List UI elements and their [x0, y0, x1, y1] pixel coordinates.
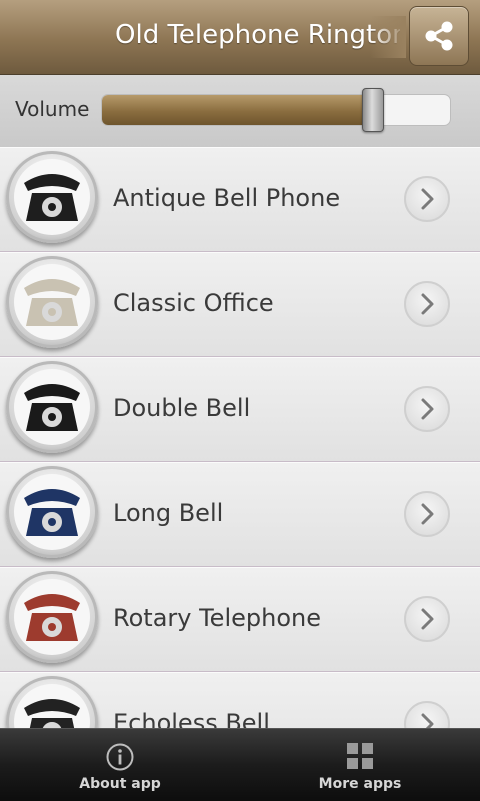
play-chevron-button[interactable]: [404, 176, 450, 222]
play-chevron-button[interactable]: [404, 596, 450, 642]
play-chevron-button[interactable]: [404, 386, 450, 432]
phone-thumbnail: [6, 256, 98, 348]
about-app-label: About app: [79, 776, 161, 792]
phone-thumbnail: [6, 466, 98, 558]
chevron-right-icon: [421, 398, 434, 420]
red-rotary-phone-icon: [24, 594, 80, 641]
bottom-bar: About app More apps: [0, 728, 480, 801]
ringtone-item[interactable]: Rotary Telephone: [0, 567, 480, 672]
beige-office-phone-icon: [24, 279, 80, 326]
blue-rotary-phone-icon: [24, 489, 80, 536]
volume-slider[interactable]: [101, 94, 451, 126]
volume-slider-fill: [102, 95, 373, 125]
ringtone-label: Antique Bell Phone: [113, 184, 341, 212]
play-chevron-button[interactable]: [404, 281, 450, 327]
ringtone-item[interactable]: Double Bell: [0, 357, 480, 462]
more-apps-label: More apps: [318, 776, 402, 792]
ringtone-list: Antique Bell Phone Classic Office Double B…: [0, 147, 480, 728]
play-chevron-button[interactable]: [404, 701, 450, 728]
share-button[interactable]: [409, 6, 469, 66]
app-title: Old Telephone Ringtones: [115, 20, 400, 50]
app-header: Old Telephone Ringtones: [0, 0, 480, 75]
black-rotary-phone-icon: [24, 699, 80, 728]
volume-label: Volume: [15, 97, 90, 121]
ringtone-label: Echoless Bell: [113, 709, 270, 728]
share-icon: [425, 21, 453, 51]
play-chevron-button[interactable]: [404, 491, 450, 537]
ringtone-label: Rotary Telephone: [113, 604, 321, 632]
ringtone-label: Long Bell: [113, 499, 224, 527]
phone-thumbnail: [6, 361, 98, 453]
ringtone-item[interactable]: Long Bell: [0, 462, 480, 567]
about-app-button[interactable]: About app: [0, 729, 240, 801]
phone-thumbnail: [6, 676, 98, 728]
grid-icon: [347, 743, 373, 769]
ringtone-item[interactable]: Classic Office: [0, 252, 480, 357]
chevron-right-icon: [421, 608, 434, 630]
black-double-bell-phone-icon: [24, 384, 80, 431]
info-icon: [106, 743, 134, 771]
black-rotary-phone-icon: [24, 174, 80, 221]
ringtone-item[interactable]: Echoless Bell: [0, 672, 480, 728]
ringtone-label: Double Bell: [113, 394, 251, 422]
chevron-right-icon: [421, 503, 434, 525]
more-apps-button[interactable]: More apps: [240, 729, 480, 801]
chevron-right-icon: [421, 713, 434, 728]
volume-slider-thumb[interactable]: [362, 88, 384, 132]
chevron-right-icon: [421, 188, 434, 210]
phone-thumbnail: [6, 571, 98, 663]
phone-thumbnail: [6, 151, 98, 243]
ringtone-label: Classic Office: [113, 289, 274, 317]
chevron-right-icon: [421, 293, 434, 315]
ringtone-item[interactable]: Antique Bell Phone: [0, 147, 480, 252]
